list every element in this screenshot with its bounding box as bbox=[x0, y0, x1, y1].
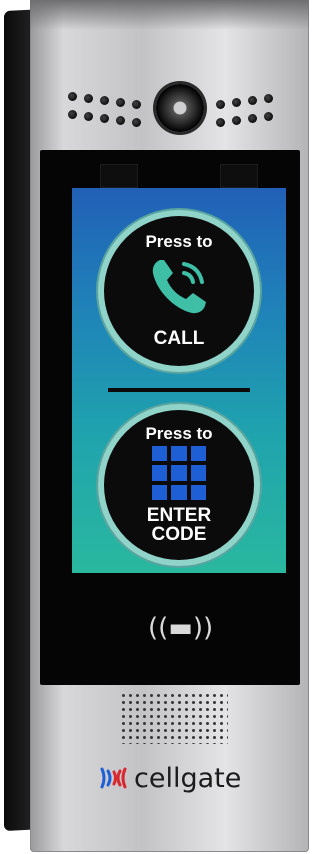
speaker-hole bbox=[264, 94, 273, 103]
speaker-hole bbox=[116, 98, 125, 107]
faceplate: Press to CALL Press to ENTER CODE ((▬)) … bbox=[30, 0, 309, 852]
speaker-grille bbox=[120, 692, 228, 744]
speaker-hole bbox=[248, 96, 257, 105]
speaker-hole bbox=[116, 116, 125, 125]
speaker-hole bbox=[84, 94, 93, 103]
speaker-hole bbox=[100, 114, 109, 123]
phone-icon bbox=[152, 260, 206, 314]
speaker-hole bbox=[84, 112, 93, 121]
keypad-key bbox=[190, 484, 206, 500]
speaker-hole bbox=[132, 100, 141, 109]
code-button-bottom-line1: ENTER bbox=[146, 505, 212, 526]
keypad-key bbox=[171, 484, 187, 500]
camera-speaker-row bbox=[68, 84, 278, 136]
keypad-key bbox=[152, 465, 168, 481]
touch-display: Press to CALL Press to ENTER CODE bbox=[72, 188, 286, 573]
brand-logo: cellgate bbox=[98, 758, 258, 798]
intercom-device: Press to CALL Press to ENTER CODE ((▬)) … bbox=[0, 0, 309, 854]
call-button-top-text: Press to bbox=[145, 232, 213, 251]
call-button-bottom-text: CALL bbox=[153, 328, 205, 349]
keypad-key bbox=[152, 446, 168, 462]
call-button[interactable]: Press to CALL bbox=[104, 216, 254, 366]
code-button-top-text: Press to bbox=[145, 424, 213, 443]
sensor-left bbox=[100, 164, 138, 188]
speaker-hole bbox=[232, 98, 241, 107]
screen-divider bbox=[108, 388, 250, 392]
speaker-hole bbox=[132, 118, 141, 127]
speaker-hole bbox=[248, 114, 257, 123]
enter-code-button[interactable]: Press to ENTER CODE bbox=[104, 410, 254, 560]
keypad-key bbox=[171, 465, 187, 481]
speaker-hole bbox=[216, 100, 225, 109]
keypad-key bbox=[190, 446, 206, 462]
brand-name: cellgate bbox=[134, 762, 242, 794]
code-button-bottom-line2: CODE bbox=[151, 524, 207, 545]
speaker-hole bbox=[264, 112, 273, 121]
keypad-icon bbox=[152, 446, 206, 500]
speaker-hole bbox=[216, 118, 225, 127]
speaker-hole bbox=[100, 96, 109, 105]
keypad-key bbox=[171, 446, 187, 462]
screen-bezel: Press to CALL Press to ENTER CODE ((▬)) bbox=[40, 150, 300, 685]
keypad-key bbox=[190, 465, 206, 481]
keypad-key bbox=[152, 484, 168, 500]
cellgate-logo-mark-icon bbox=[100, 767, 127, 789]
speaker-hole bbox=[68, 92, 77, 101]
camera-lens bbox=[156, 84, 204, 132]
sensor-right bbox=[220, 164, 258, 188]
nfc-reader-icon[interactable]: ((▬)) bbox=[148, 612, 213, 644]
speaker-hole bbox=[68, 110, 77, 119]
speaker-hole bbox=[232, 116, 241, 125]
